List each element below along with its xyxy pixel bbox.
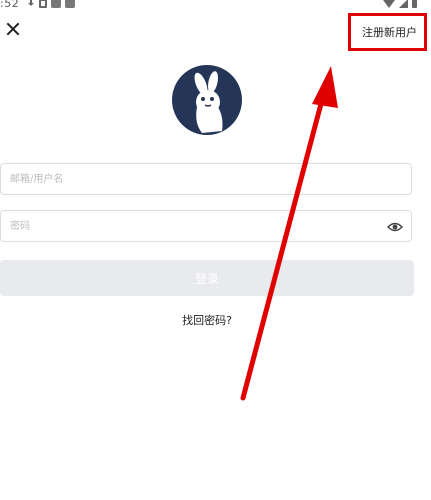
signal-icon (399, 0, 408, 8)
status-system-icons (383, 0, 417, 8)
username-field[interactable] (0, 163, 412, 195)
app-notification-icon (51, 0, 61, 8)
bunny-logo-icon (194, 71, 223, 133)
download-icon (27, 0, 35, 8)
username-input[interactable] (1, 164, 380, 194)
status-notification-icons (27, 0, 75, 8)
app-logo (172, 65, 242, 135)
forgot-password-link[interactable]: 找回密码? (0, 312, 414, 328)
password-field[interactable] (0, 210, 412, 242)
wifi-icon (383, 0, 395, 8)
password-input[interactable] (1, 211, 380, 241)
battery-icon (412, 0, 417, 8)
eye-icon[interactable] (387, 220, 403, 234)
close-icon[interactable] (4, 20, 22, 38)
status-time: :52 (0, 0, 20, 10)
status-bar: :52 (0, 0, 431, 12)
login-button[interactable]: 登录 (0, 260, 414, 296)
app-notification-icon (65, 0, 75, 8)
notification-icon (39, 0, 47, 8)
register-button[interactable]: 注册新用户 (362, 24, 417, 40)
